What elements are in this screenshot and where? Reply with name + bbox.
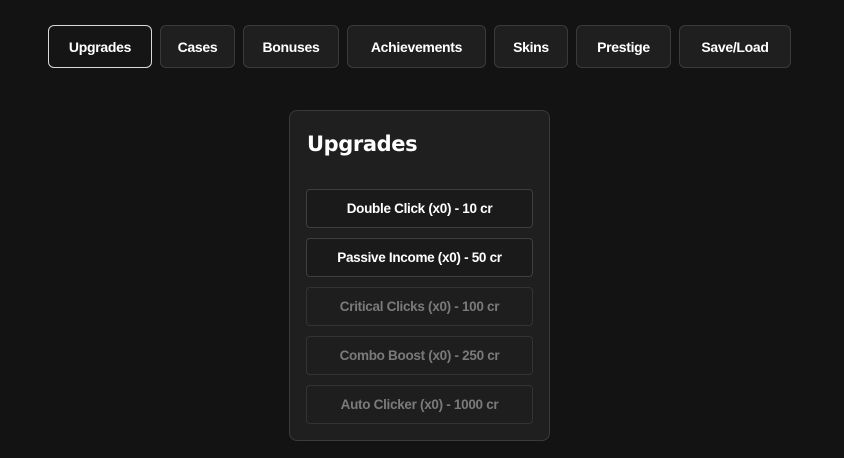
upgrade-double-click-button[interactable]: Double Click (x0) - 10 cr <box>306 189 533 228</box>
panel-title: Upgrades <box>307 132 418 156</box>
tab-skins[interactable]: Skins <box>494 25 568 68</box>
tab-bar: Upgrades Cases Bonuses Achievements Skin… <box>48 25 791 68</box>
upgrade-passive-income-button[interactable]: Passive Income (x0) - 50 cr <box>306 238 533 277</box>
upgrade-combo-boost-button[interactable]: Combo Boost (x0) - 250 cr <box>306 336 533 375</box>
upgrades-panel: Upgrades Double Click (x0) - 10 cr Passi… <box>289 110 550 441</box>
upgrade-auto-clicker-button[interactable]: Auto Clicker (x0) - 1000 cr <box>306 385 533 424</box>
tab-cases[interactable]: Cases <box>160 25 235 68</box>
tab-upgrades[interactable]: Upgrades <box>48 25 152 68</box>
tab-save-load[interactable]: Save/Load <box>679 25 791 68</box>
tab-achievements[interactable]: Achievements <box>347 25 486 68</box>
tab-prestige[interactable]: Prestige <box>576 25 671 68</box>
upgrade-critical-clicks-button[interactable]: Critical Clicks (x0) - 100 cr <box>306 287 533 326</box>
tab-bonuses[interactable]: Bonuses <box>243 25 339 68</box>
